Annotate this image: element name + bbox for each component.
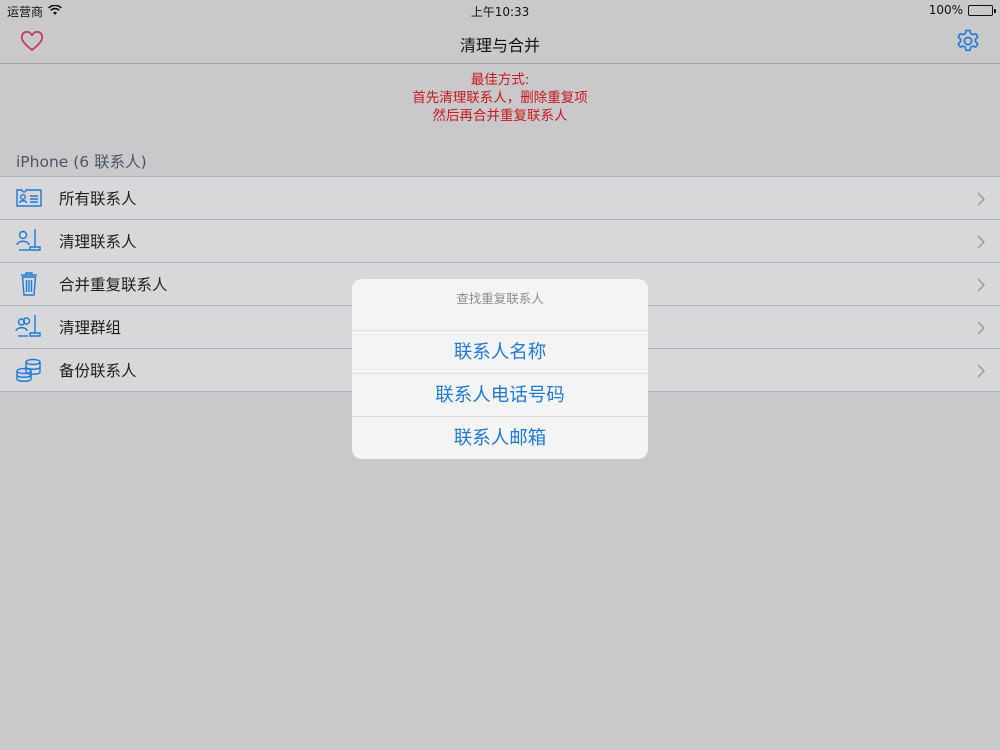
clean-group-icon [15,314,43,340]
menu-item-all-contacts[interactable]: 所有联系人 [0,177,1000,220]
status-bar: 运营商 上午10:33 100% [0,0,1000,20]
section-header: iPhone (6 联系人) [16,153,147,171]
dialog-title: 查找重复联系人 [352,279,648,331]
tip-line-3: 然后再合并重复联系人 [432,108,568,124]
menu-item-label: 清理联系人 [59,233,137,251]
battery-label: 100% [928,3,963,17]
database-icon [15,357,43,383]
chevron-right-icon [976,277,986,293]
menu-item-clean-contacts[interactable]: 清理联系人 [0,220,1000,263]
menu-item-label: 合并重复联系人 [59,276,168,294]
chevron-right-icon [976,234,986,250]
option-contact-name-button[interactable]: 联系人名称 [352,331,648,374]
page-title: 清理与合并 [459,36,540,55]
trash-icon [15,271,43,297]
menu-item-label: 所有联系人 [59,190,137,208]
gear-icon[interactable] [955,28,981,54]
clean-contact-icon [15,228,43,254]
status-right: 100% [928,3,996,17]
tip-text: 最佳方式: 首先清理联系人，删除重复项 然后再合并重复联系人 [0,71,1000,125]
battery-icon [968,4,996,16]
option-contact-email-button[interactable]: 联系人邮箱 [352,417,648,459]
contact-card-icon [15,185,43,211]
chevron-right-icon [976,320,986,336]
option-contact-phone-button[interactable]: 联系人电话号码 [352,374,648,417]
tip-line-1: 最佳方式: [470,72,530,88]
status-time: 上午10:33 [470,5,530,19]
nav-bar: 清理与合并 [0,20,1000,64]
menu-item-label: 备份联系人 [59,362,137,380]
chevron-right-icon [976,363,986,379]
menu-item-label: 清理群组 [59,319,122,337]
chevron-right-icon [976,191,986,207]
find-duplicates-dialog: 查找重复联系人 联系人名称 联系人电话号码 联系人邮箱 [352,279,648,459]
tip-line-2: 首先清理联系人，删除重复项 [412,90,588,106]
